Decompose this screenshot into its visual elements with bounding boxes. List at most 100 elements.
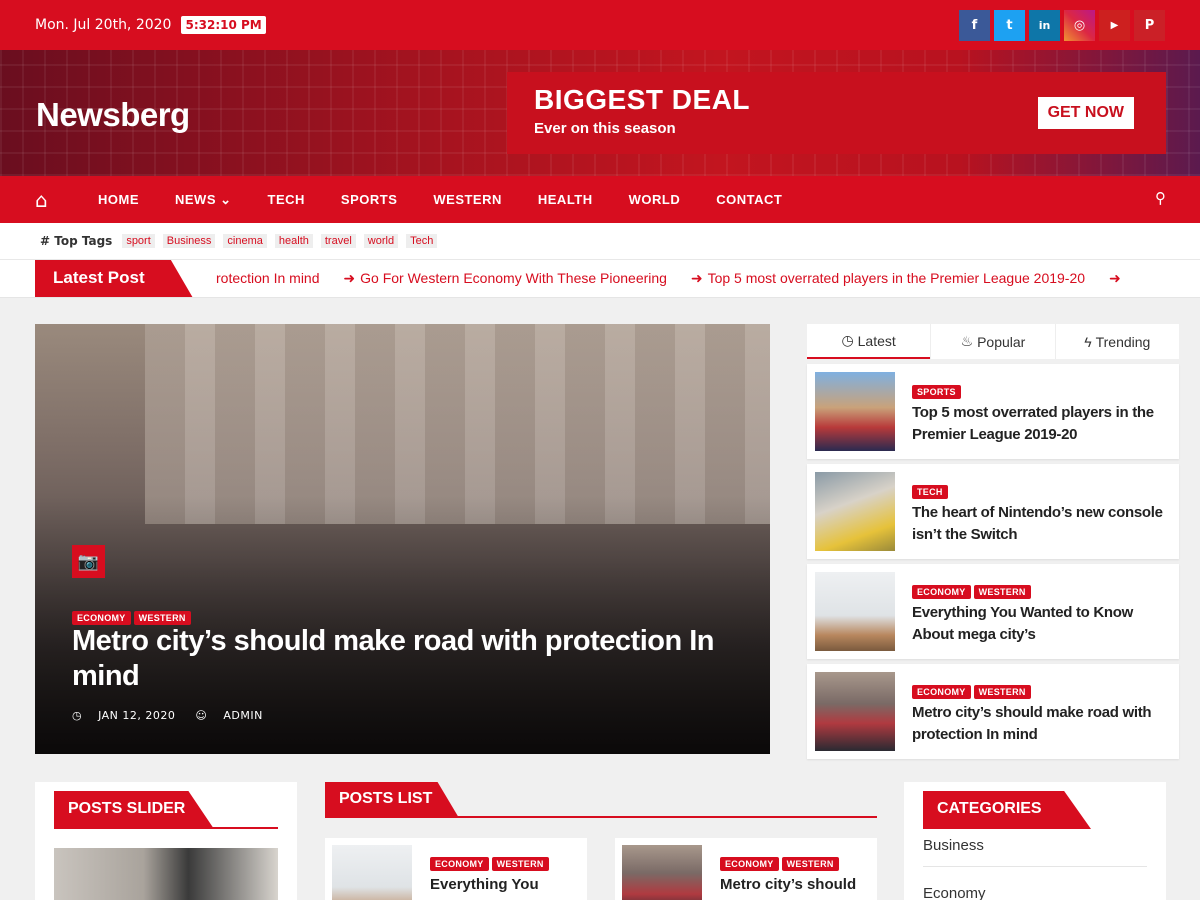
post-thumbnail[interactable] xyxy=(815,372,895,451)
post-title[interactable]: Metro city’s should xyxy=(720,876,856,893)
camera-icon: 📷 xyxy=(72,545,105,578)
category-divider xyxy=(923,866,1147,867)
youtube-icon[interactable]: ▶ xyxy=(1099,9,1130,41)
ticker-item[interactable]: Top 5 most overrated players in the Prem… xyxy=(708,270,1085,286)
list-item[interactable]: ECONOMY WESTERN Everything You xyxy=(325,838,587,900)
clock-icon: ◷ xyxy=(841,332,858,348)
category-badge[interactable]: TECH xyxy=(912,485,948,499)
category-link[interactable]: Economy xyxy=(923,885,986,900)
post-thumbnail[interactable] xyxy=(622,845,702,900)
pinterest-icon[interactable]: P xyxy=(1134,9,1165,41)
sidebar-tabs: ◷ Latest ♨ Popular ϟ Trending xyxy=(807,324,1179,359)
category-link[interactable]: Business xyxy=(923,837,984,854)
category-badge[interactable]: ECONOMY xyxy=(720,857,779,871)
sidebar-post[interactable]: SPORTS Top 5 most overrated players in t… xyxy=(807,364,1179,459)
ad-banner[interactable]: BIGGEST DEAL Ever on this season GET NOW xyxy=(507,72,1166,154)
tag-business[interactable]: Business xyxy=(162,234,216,248)
ticker-item[interactable]: Go For Western Economy With These Pionee… xyxy=(360,270,667,286)
tag-travel[interactable]: travel xyxy=(320,234,356,248)
post-thumbnail[interactable] xyxy=(815,672,895,751)
arrow-circle-icon: ➜ xyxy=(690,270,703,286)
tag-tech[interactable]: Tech xyxy=(406,234,438,248)
nav-world[interactable]: WORLD xyxy=(611,192,699,208)
category-badge[interactable]: WESTERN xyxy=(781,857,839,871)
slider-image[interactable] xyxy=(54,848,278,900)
sidebar-post[interactable]: TECH The heart of Nintendo’s new console… xyxy=(807,464,1179,559)
post-thumbnail[interactable] xyxy=(815,472,895,551)
nav-sports[interactable]: SPORTS xyxy=(323,192,415,208)
instagram-icon[interactable]: ◎ xyxy=(1064,9,1095,41)
main-nav: ⌂ HOME NEWS ⌄ TECH SPORTS WESTERN HEALTH… xyxy=(0,176,1200,223)
date-time: Mon. Jul 20th, 2020 5:32:10 PM xyxy=(35,16,266,34)
category-badge[interactable]: WESTERN xyxy=(973,685,1031,699)
sidebar-post[interactable]: ECONOMY WESTERN Metro city’s should make … xyxy=(807,664,1179,759)
latest-post-label: Latest Post xyxy=(35,260,193,297)
facebook-icon[interactable]: f xyxy=(959,9,990,41)
featured-categories: ECONOMY WESTERN xyxy=(72,606,194,625)
category-badge[interactable]: ECONOMY xyxy=(430,857,489,871)
category-badge[interactable]: WESTERN xyxy=(491,857,549,871)
categories-widget: CATEGORIES Business Economy xyxy=(904,782,1166,900)
sidebar-post[interactable]: ECONOMY WESTERN Everything You Wanted to … xyxy=(807,564,1179,659)
nav-tech[interactable]: TECH xyxy=(250,192,323,208)
site-logo[interactable]: Newsberg xyxy=(36,96,190,134)
tab-popular[interactable]: ♨ Popular xyxy=(930,324,1054,359)
nav-western[interactable]: WESTERN xyxy=(415,192,520,208)
category-badge[interactable]: WESTERN xyxy=(133,611,191,625)
category-badge[interactable]: ECONOMY xyxy=(912,685,971,699)
post-title[interactable]: Top 5 most overrated players in the Prem… xyxy=(912,402,1167,446)
top-bar: Mon. Jul 20th, 2020 5:32:10 PM f t in ◎ … xyxy=(0,0,1200,50)
current-date: Mon. Jul 20th, 2020 xyxy=(35,17,172,33)
tag-sport[interactable]: sport xyxy=(122,234,155,248)
tab-label: Trending xyxy=(1095,333,1151,350)
sidebar-tabs-widget: ◷ Latest ♨ Popular ϟ Trending SPORTS Top… xyxy=(807,324,1179,759)
tab-label: Popular xyxy=(977,333,1026,350)
ticker-item[interactable]: rotection In mind xyxy=(216,270,320,286)
post-title[interactable]: Everything You xyxy=(430,876,539,893)
tab-trending[interactable]: ϟ Trending xyxy=(1054,324,1179,359)
ad-title: BIGGEST DEAL xyxy=(534,84,751,115)
tab-label: Latest xyxy=(857,332,896,349)
latest-post-ticker: Latest Post rotection In mind ➜ Go For We… xyxy=(0,260,1200,298)
widget-title: POSTS SLIDER xyxy=(54,791,214,829)
ad-subtitle: Ever on this season xyxy=(534,120,676,137)
post-thumbnail[interactable] xyxy=(332,845,412,900)
get-now-button[interactable]: GET NOW xyxy=(1037,97,1134,129)
ticker-items: rotection In mind ➜ Go For Western Econom… xyxy=(216,270,1126,287)
category-badge[interactable]: SPORTS xyxy=(912,385,961,399)
post-author[interactable]: ADMIN xyxy=(223,709,262,722)
tab-latest[interactable]: ◷ Latest xyxy=(807,324,931,359)
post-thumbnail[interactable] xyxy=(815,572,895,651)
current-time: 5:32:10 PM xyxy=(181,16,266,34)
tag-world[interactable]: world xyxy=(363,234,399,248)
nav-home[interactable]: HOME xyxy=(80,192,157,208)
user-icon: ☺ xyxy=(195,709,208,722)
post-date[interactable]: JAN 12, 2020 xyxy=(98,709,175,722)
twitter-icon[interactable]: t xyxy=(994,9,1025,41)
featured-title[interactable]: Metro city’s should make road with prote… xyxy=(72,624,752,694)
nav-contact[interactable]: CONTACT xyxy=(698,192,800,208)
category-badge[interactable]: ECONOMY xyxy=(72,611,131,625)
widget-divider xyxy=(325,816,877,818)
featured-meta: ◷ JAN 12, 2020 ☺ ADMIN xyxy=(72,709,279,722)
widget-title: POSTS LIST xyxy=(325,782,459,818)
nav-health[interactable]: HEALTH xyxy=(520,192,611,208)
list-item[interactable]: ECONOMY WESTERN Metro city’s should xyxy=(615,838,877,900)
home-icon[interactable]: ⌂ xyxy=(35,188,80,212)
arrow-circle-icon: ➜ xyxy=(343,270,356,286)
post-title[interactable]: The heart of Nintendo’s new console isn’… xyxy=(912,502,1167,546)
fire-icon: ♨ xyxy=(960,333,978,349)
tag-health[interactable]: health xyxy=(274,234,313,248)
tag-cinema[interactable]: cinema xyxy=(223,234,267,248)
widget-divider xyxy=(54,827,278,829)
category-badge[interactable]: ECONOMY xyxy=(912,585,971,599)
category-badge[interactable]: WESTERN xyxy=(973,585,1031,599)
linkedin-icon[interactable]: in xyxy=(1029,9,1060,41)
search-icon[interactable]: ⚲ xyxy=(1155,189,1166,207)
nav-news[interactable]: NEWS ⌄ xyxy=(157,192,250,208)
post-title[interactable]: Metro city’s should make road with prote… xyxy=(912,702,1167,746)
post-title[interactable]: Everything You Wanted to Know About mega… xyxy=(912,602,1167,646)
top-tags: # Top Tags sport Business cinema health … xyxy=(0,223,1200,260)
top-tags-label: # Top Tags xyxy=(40,234,113,248)
featured-post[interactable]: 📷 ECONOMY WESTERN Metro city’s should mak… xyxy=(35,324,770,754)
